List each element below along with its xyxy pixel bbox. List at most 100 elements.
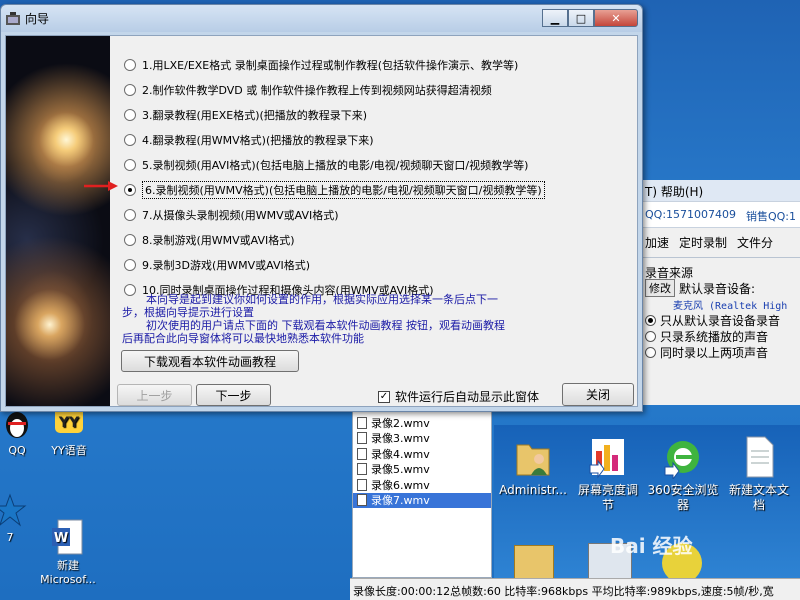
file-icon bbox=[357, 447, 367, 460]
maximize-icon: □ bbox=[575, 11, 587, 25]
file-list-item[interactable]: 录像5.wmv bbox=[353, 462, 491, 478]
prev-step-button[interactable]: 上一步 bbox=[117, 384, 192, 406]
menu-help[interactable]: T) 帮助(H) bbox=[645, 185, 703, 199]
option-label: 3.翻录教程(用EXE格式)(把播放的教程录下来) bbox=[142, 108, 368, 122]
radio-button[interactable] bbox=[645, 346, 656, 358]
option-6[interactable]: 6.录制视频(用WMV格式)(包括电脑上播放的电影/电视/视频聊天窗口/视频教学… bbox=[124, 177, 545, 202]
file-list-item[interactable]: 录像6.wmv bbox=[353, 477, 491, 493]
menu-bar: T) 帮助(H) bbox=[641, 180, 800, 202]
radio-button[interactable] bbox=[645, 314, 656, 326]
option-8[interactable]: 8.录制游戏(用WMV或AVI格式) bbox=[124, 227, 545, 252]
user-folder-icon bbox=[513, 435, 553, 479]
option-4[interactable]: 4.翻录教程(用WMV格式)(把播放的教程录下来) bbox=[124, 127, 545, 152]
minimize-icon: ▁ bbox=[550, 11, 560, 25]
close-button[interactable]: 关闭 bbox=[562, 383, 634, 406]
radio-button[interactable] bbox=[124, 233, 136, 246]
desktop-icon-label: QQ bbox=[8, 444, 26, 457]
download-tutorial-button[interactable]: 下载观看本软件动画教程 bbox=[121, 350, 299, 372]
file-icon bbox=[357, 494, 367, 507]
maximize-button[interactable]: □ bbox=[568, 9, 594, 27]
minimize-button[interactable]: ▁ bbox=[542, 9, 568, 27]
desktop-icon-word-doc[interactable]: W 新建 Microsof... bbox=[33, 492, 103, 586]
radio-button[interactable] bbox=[124, 158, 136, 171]
audio-option-label: 只从默认录音设备录音 bbox=[660, 313, 781, 328]
tab-file-split[interactable]: 文件分 bbox=[737, 234, 773, 251]
audio-option-system[interactable]: 只录系统播放的声音 bbox=[645, 328, 800, 344]
option-2[interactable]: 2.制作软件教学DVD 或 制作软件操作教程上传到视频网站获得超清视频 bbox=[124, 77, 545, 102]
file-name: 录像5.wmv bbox=[371, 463, 430, 477]
close-icon: ✕ bbox=[611, 11, 621, 25]
file-name: 录像2.wmv bbox=[371, 416, 430, 430]
default-device-label: 默认录音设备: bbox=[679, 281, 756, 296]
option-7[interactable]: 7.从摄像头录制视频(用WMV或AVI格式) bbox=[124, 202, 545, 227]
recording-file-list[interactable]: 录像2.wmv 录像3.wmv 录像4.wmv 录像5.wmv 录像6.wmv … bbox=[352, 408, 492, 578]
close-window-button[interactable]: ✕ bbox=[594, 9, 638, 27]
file-icon bbox=[357, 416, 367, 429]
explorer-item-new-text[interactable]: 新建文本文 档 bbox=[720, 435, 798, 513]
option-label: 7.从摄像头录制视频(用WMV或AVI格式) bbox=[142, 208, 339, 222]
option-1[interactable]: 1.用LXE/EXE格式 录制桌面操作过程或制作教程(包括软件操作演示、教学等) bbox=[124, 52, 545, 77]
file-list-item[interactable]: 录像4.wmv bbox=[353, 446, 491, 462]
radio-button[interactable] bbox=[124, 133, 136, 146]
info-line-2: 初次使用的用户请点下面的 下载观看本软件动画教程 按钮，观看动画教程后再配合此向… bbox=[122, 319, 505, 345]
explorer-item-360-browser[interactable]: 360安全浏览 器 bbox=[644, 435, 722, 513]
radio-button[interactable] bbox=[124, 258, 136, 271]
desktop-icon-label: 7 bbox=[6, 531, 14, 544]
file-icon bbox=[357, 432, 367, 445]
radio-button[interactable] bbox=[124, 208, 136, 221]
window-controls: ▁ □ ✕ bbox=[542, 9, 638, 27]
status-bar: 录像长度:00:00:12总帧数:60 比特率:968kbps 平均比特率:98… bbox=[350, 578, 800, 600]
recorder-main-window: T) 帮助(H) QQ:1571007409 销售QQ:1 加速 定时录制 文件… bbox=[640, 180, 800, 405]
option-label: 6.录制视频(用WMV格式)(包括电脑上播放的电影/电视/视频聊天窗口/视频教学… bbox=[142, 180, 545, 199]
file-icon bbox=[357, 478, 367, 491]
radio-button[interactable] bbox=[645, 330, 656, 342]
tab-accelerate[interactable]: 加速 bbox=[645, 234, 669, 251]
file-list-item-selected[interactable]: 录像7.wmv bbox=[353, 492, 491, 508]
explorer-item-brightness[interactable]: 屏幕亮度调 节 bbox=[569, 435, 647, 513]
option-label: 2.制作软件教学DVD 或 制作软件操作教程上传到视频网站获得超清视频 bbox=[142, 83, 492, 97]
tab-strip: 加速 定时录制 文件分 bbox=[641, 228, 800, 258]
option-label: 1.用LXE/EXE格式 录制桌面操作过程或制作教程(包括软件操作演示、教学等) bbox=[142, 58, 519, 72]
radio-button-selected[interactable] bbox=[124, 183, 136, 196]
contact-bar: QQ:1571007409 销售QQ:1 bbox=[641, 202, 800, 228]
audio-option-both[interactable]: 同时录以上两项声音 bbox=[645, 344, 800, 360]
tab-scheduled-record[interactable]: 定时录制 bbox=[679, 234, 727, 251]
radio-button[interactable] bbox=[124, 83, 136, 96]
text-document-icon bbox=[739, 435, 779, 479]
explorer-item-label: 360安全浏览 器 bbox=[647, 483, 719, 512]
file-list-item[interactable]: 录像2.wmv bbox=[353, 415, 491, 431]
star-app-icon bbox=[0, 492, 28, 528]
modify-button[interactable]: 修改 bbox=[645, 279, 675, 297]
info-line-1: 本向导是起到建议你如何设置的作用，根据实际应用选择某一条后点下一步，根据向导提示… bbox=[122, 293, 498, 319]
option-5[interactable]: 5.录制视频(用AVI格式)(包括电脑上播放的电影/电视/视频聊天窗口/视频教学… bbox=[124, 152, 545, 177]
option-9[interactable]: 9.录制3D游戏(用WMV或AVI格式) bbox=[124, 252, 545, 277]
brightness-chart-icon bbox=[588, 435, 628, 479]
watermark: Bai 经验 bbox=[610, 534, 693, 558]
audio-option-label: 同时录以上两项声音 bbox=[660, 345, 769, 360]
galaxy-image bbox=[6, 36, 110, 406]
file-icon bbox=[357, 463, 367, 476]
file-name: 录像7.wmv bbox=[371, 494, 430, 508]
app-icon bbox=[5, 11, 21, 26]
audio-option-default[interactable]: 只从默认录音设备录音 bbox=[645, 312, 800, 328]
explorer-item-label: Administr... bbox=[499, 483, 567, 497]
autoshow-checkbox[interactable]: ✓ bbox=[378, 390, 390, 403]
svg-text:YY: YY bbox=[58, 415, 80, 431]
radio-button[interactable] bbox=[124, 108, 136, 121]
window-title: 向导 bbox=[25, 12, 50, 26]
wizard-titlebar[interactable]: 向导 ▁ □ ✕ bbox=[1, 5, 642, 32]
option-3[interactable]: 3.翻录教程(用EXE格式)(把播放的教程录下来) bbox=[124, 102, 545, 127]
next-step-button[interactable]: 下一步 bbox=[196, 384, 271, 406]
support-qq: QQ:1571007409 bbox=[645, 208, 737, 221]
autoshow-option[interactable]: ✓ 软件运行后自动显示此窗体 bbox=[378, 388, 539, 405]
wizard-info-text: 本向导是起到建议你如何设置的作用，根据实际应用选择某一条后点下一步，根据向导提示… bbox=[122, 293, 506, 345]
explorer-item-label: 屏幕亮度调 节 bbox=[577, 483, 638, 512]
file-name: 录像6.wmv bbox=[371, 478, 430, 492]
file-name: 录像3.wmv bbox=[371, 432, 430, 446]
explorer-item-admin[interactable]: Administr... bbox=[494, 435, 572, 498]
radio-button[interactable] bbox=[124, 58, 136, 71]
browser-icon bbox=[663, 435, 703, 481]
option-label: 9.录制3D游戏(用WMV或AVI格式) bbox=[142, 258, 311, 272]
file-list-item[interactable]: 录像3.wmv bbox=[353, 431, 491, 447]
sales-qq: 销售QQ:1 bbox=[745, 210, 796, 223]
